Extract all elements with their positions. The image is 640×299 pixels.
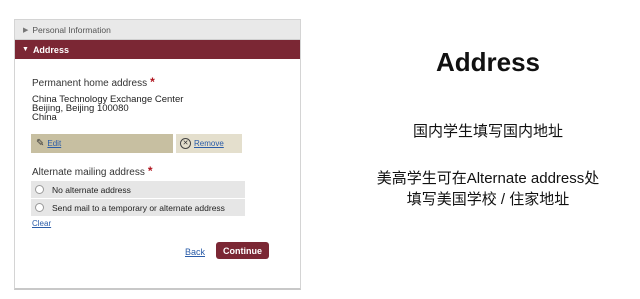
edit-address-bar: ✎ Edit xyxy=(31,134,173,153)
radio-no-alternate-address-label: No alternate address xyxy=(52,184,131,195)
continue-button[interactable]: Continue xyxy=(216,242,269,259)
alternate-mailing-label-text: Alternate mailing address xyxy=(32,167,145,178)
address-form-panel: ▶ Personal Information ▼ Address Permane… xyxy=(14,19,301,290)
required-marker: * xyxy=(150,75,155,89)
permanent-address-label: Permanent home address * xyxy=(32,75,155,89)
alternate-mailing-label: Alternate mailing address * xyxy=(32,164,153,178)
accordion-address-label: Address xyxy=(32,44,69,55)
radio-send-mail-alternate[interactable]: Send mail to a temporary or alternate ad… xyxy=(31,199,245,216)
radio-icon[interactable] xyxy=(35,185,44,194)
radio-no-alternate-address[interactable]: No alternate address xyxy=(31,181,245,198)
edit-link[interactable]: Edit xyxy=(47,139,61,148)
radio-icon[interactable] xyxy=(35,203,44,212)
remove-address-bar: ✕ Remove xyxy=(176,134,242,153)
slide-note-alternate: 美高学生可在Alternate address处 填写美国学校 / 住家地址 xyxy=(366,168,610,210)
slide-note-domestic: 国内学生填写国内地址 xyxy=(412,123,563,140)
triangle-right-icon: ▶ xyxy=(23,26,29,34)
accordion-personal-information-label: Personal Information xyxy=(32,24,111,35)
slide-note-alternate-line1: 美高学生可在Alternate address处 xyxy=(376,170,600,187)
slide-note-alternate-line2: 填写美国学校 / 住家地址 xyxy=(406,191,570,208)
back-link[interactable]: Back xyxy=(185,247,205,257)
accordion-personal-information[interactable]: ▶ Personal Information xyxy=(15,20,300,40)
address-line-3: China xyxy=(32,112,57,123)
permanent-address-text: China Technology Exchange Center Beijing… xyxy=(32,95,183,123)
slide-title: Address xyxy=(435,47,541,77)
accordion-address[interactable]: ▼ Address xyxy=(15,40,300,59)
triangle-down-icon: ▼ xyxy=(22,46,29,53)
pencil-icon: ✎ xyxy=(36,138,45,149)
remove-x-icon: ✕ xyxy=(180,138,191,149)
required-marker: * xyxy=(147,164,153,178)
remove-link[interactable]: Remove xyxy=(194,139,224,148)
clear-link[interactable]: Clear xyxy=(32,219,51,228)
radio-send-mail-alternate-label: Send mail to a temporary or alternate ad… xyxy=(52,202,225,213)
permanent-address-label-text: Permanent home address xyxy=(32,78,148,89)
